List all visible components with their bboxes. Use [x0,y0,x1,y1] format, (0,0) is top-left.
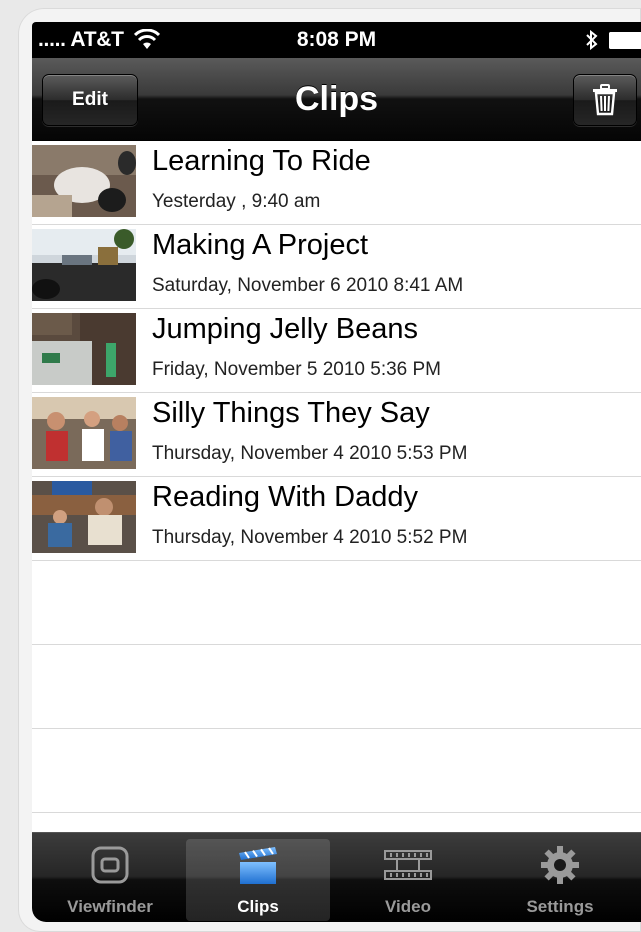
list-item[interactable]: Making A Project Saturday, November 6 20… [32,225,641,309]
list-item[interactable]: Learning To Ride Yesterday , 9:40 am [32,141,641,225]
clip-thumbnail [32,481,136,553]
clip-title: Jumping Jelly Beans [152,313,418,345]
status-time: 8:08 PM [296,28,377,51]
empty-row [32,561,641,645]
clip-thumbnail [32,145,136,217]
list-item[interactable]: Silly Things They Say Thursday, November… [32,393,641,477]
clip-title: Learning To Ride [152,145,371,177]
tab-label: Viewfinder [67,897,153,916]
clip-date: Friday, November 5 2010 5:36 PM [152,359,442,380]
page-title: Clips [294,80,379,118]
tab-label: Settings [526,897,594,916]
tab-bar: Viewfinder Clips Video Settings [32,832,641,922]
empty-row [32,645,641,729]
trash-button[interactable] [573,74,637,126]
trash-icon [593,84,617,116]
phone-screen: ..... AT&T 8:08 PM Edit Clips Learning T… [32,22,641,922]
clip-title: Reading With Daddy [152,481,418,513]
clip-thumbnail [32,397,136,469]
tab-settings[interactable]: Settings [488,839,632,921]
viewfinder-icon [91,846,129,884]
tab-label: Video [385,897,431,916]
tab-viewfinder[interactable]: Viewfinder [38,839,182,921]
tab-label: Clips [237,897,279,916]
list-item[interactable]: Reading With Daddy Thursday, November 4 … [32,477,641,561]
clip-date: Thursday, November 4 2010 5:52 PM [152,527,468,548]
clip-title: Making A Project [152,229,368,261]
clip-date: Saturday, November 6 2010 8:41 AM [152,275,464,296]
film-strip-icon [384,850,432,880]
clip-list: Learning To Ride Yesterday , 9:40 am Mak… [32,141,641,813]
list-item[interactable]: Jumping Jelly Beans Friday, November 5 2… [32,309,641,393]
tab-video[interactable]: Video [336,839,480,921]
tab-clips[interactable]: Clips [186,839,330,921]
clip-thumbnail [32,229,136,301]
gear-icon [541,846,579,884]
clip-thumbnail [32,313,136,385]
empty-row [32,729,641,813]
navigation-bar: Edit Clips [32,58,641,141]
battery-icon [609,31,641,49]
clip-date: Thursday, November 4 2010 5:53 PM [152,443,468,464]
status-bar: ..... AT&T 8:08 PM [32,22,641,58]
clip-title: Silly Things They Say [152,397,430,429]
status-right [585,22,641,58]
clapperboard-icon [239,847,277,884]
clip-date: Yesterday , 9:40 am [152,191,321,212]
bluetooth-icon [586,29,598,51]
